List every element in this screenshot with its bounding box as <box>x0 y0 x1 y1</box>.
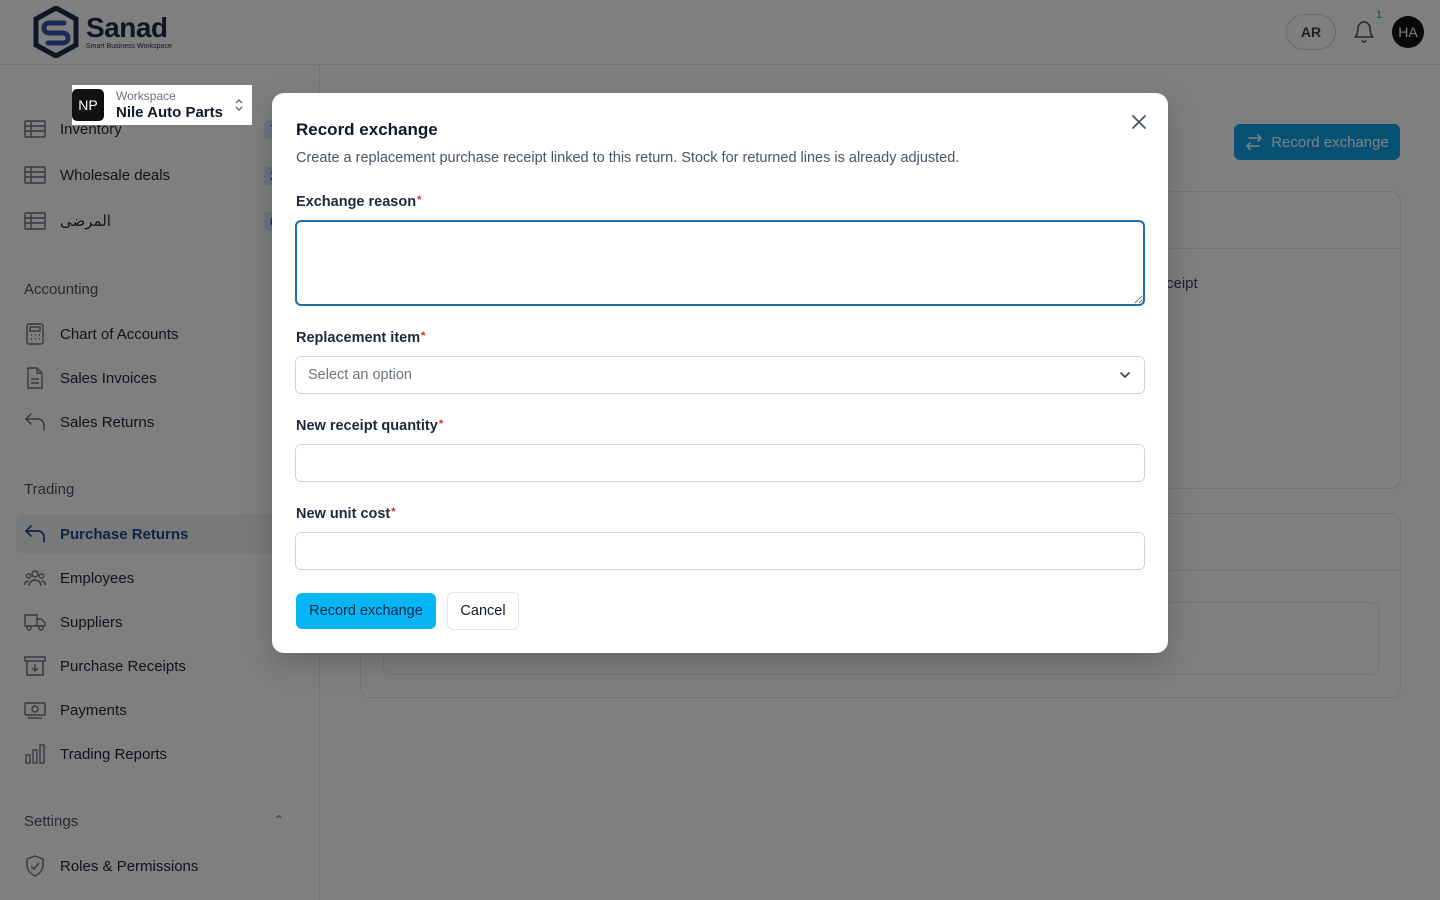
chevron-down-icon <box>1120 372 1130 379</box>
workspace-name: Nile Auto Parts <box>116 104 223 121</box>
new-unit-cost-label: New unit cost* <box>296 506 396 522</box>
replacement-item-select[interactable]: Select an option <box>295 356 1145 394</box>
new-unit-cost-input[interactable] <box>295 532 1145 570</box>
label-text: New unit cost <box>296 506 391 522</box>
record-exchange-button[interactable]: Record exchange <box>296 593 436 629</box>
exchange-reason-label: Exchange reason* <box>296 194 421 210</box>
required-marker: * <box>417 194 422 206</box>
close-icon[interactable] <box>1128 111 1150 133</box>
new-receipt-quantity-input[interactable] <box>295 444 1145 482</box>
exchange-reason-textarea[interactable] <box>295 220 1145 306</box>
replacement-item-label: Replacement item* <box>296 330 425 346</box>
label-text: Replacement item <box>296 330 421 346</box>
workspace-label: Workspace <box>116 89 176 103</box>
required-marker: * <box>391 506 396 518</box>
cancel-button[interactable]: Cancel <box>447 592 519 630</box>
select-placeholder: Select an option <box>308 367 412 383</box>
label-text: Exchange reason <box>296 194 417 210</box>
label-text: New receipt quantity <box>296 418 438 434</box>
dialog-title: Record exchange <box>296 120 438 139</box>
record-exchange-dialog: Record exchange Create a replacement pur… <box>272 93 1168 653</box>
workspace-switcher[interactable]: NP Workspace Nile Auto Parts <box>72 85 252 125</box>
required-marker: * <box>421 330 426 342</box>
workspace-logo: NP <box>72 89 104 121</box>
required-marker: * <box>438 418 444 430</box>
new-receipt-quantity-label: New receipt quantity* <box>296 418 443 434</box>
chevron-updown-icon <box>235 98 243 112</box>
dialog-description: Create a replacement purchase receipt li… <box>296 150 960 166</box>
